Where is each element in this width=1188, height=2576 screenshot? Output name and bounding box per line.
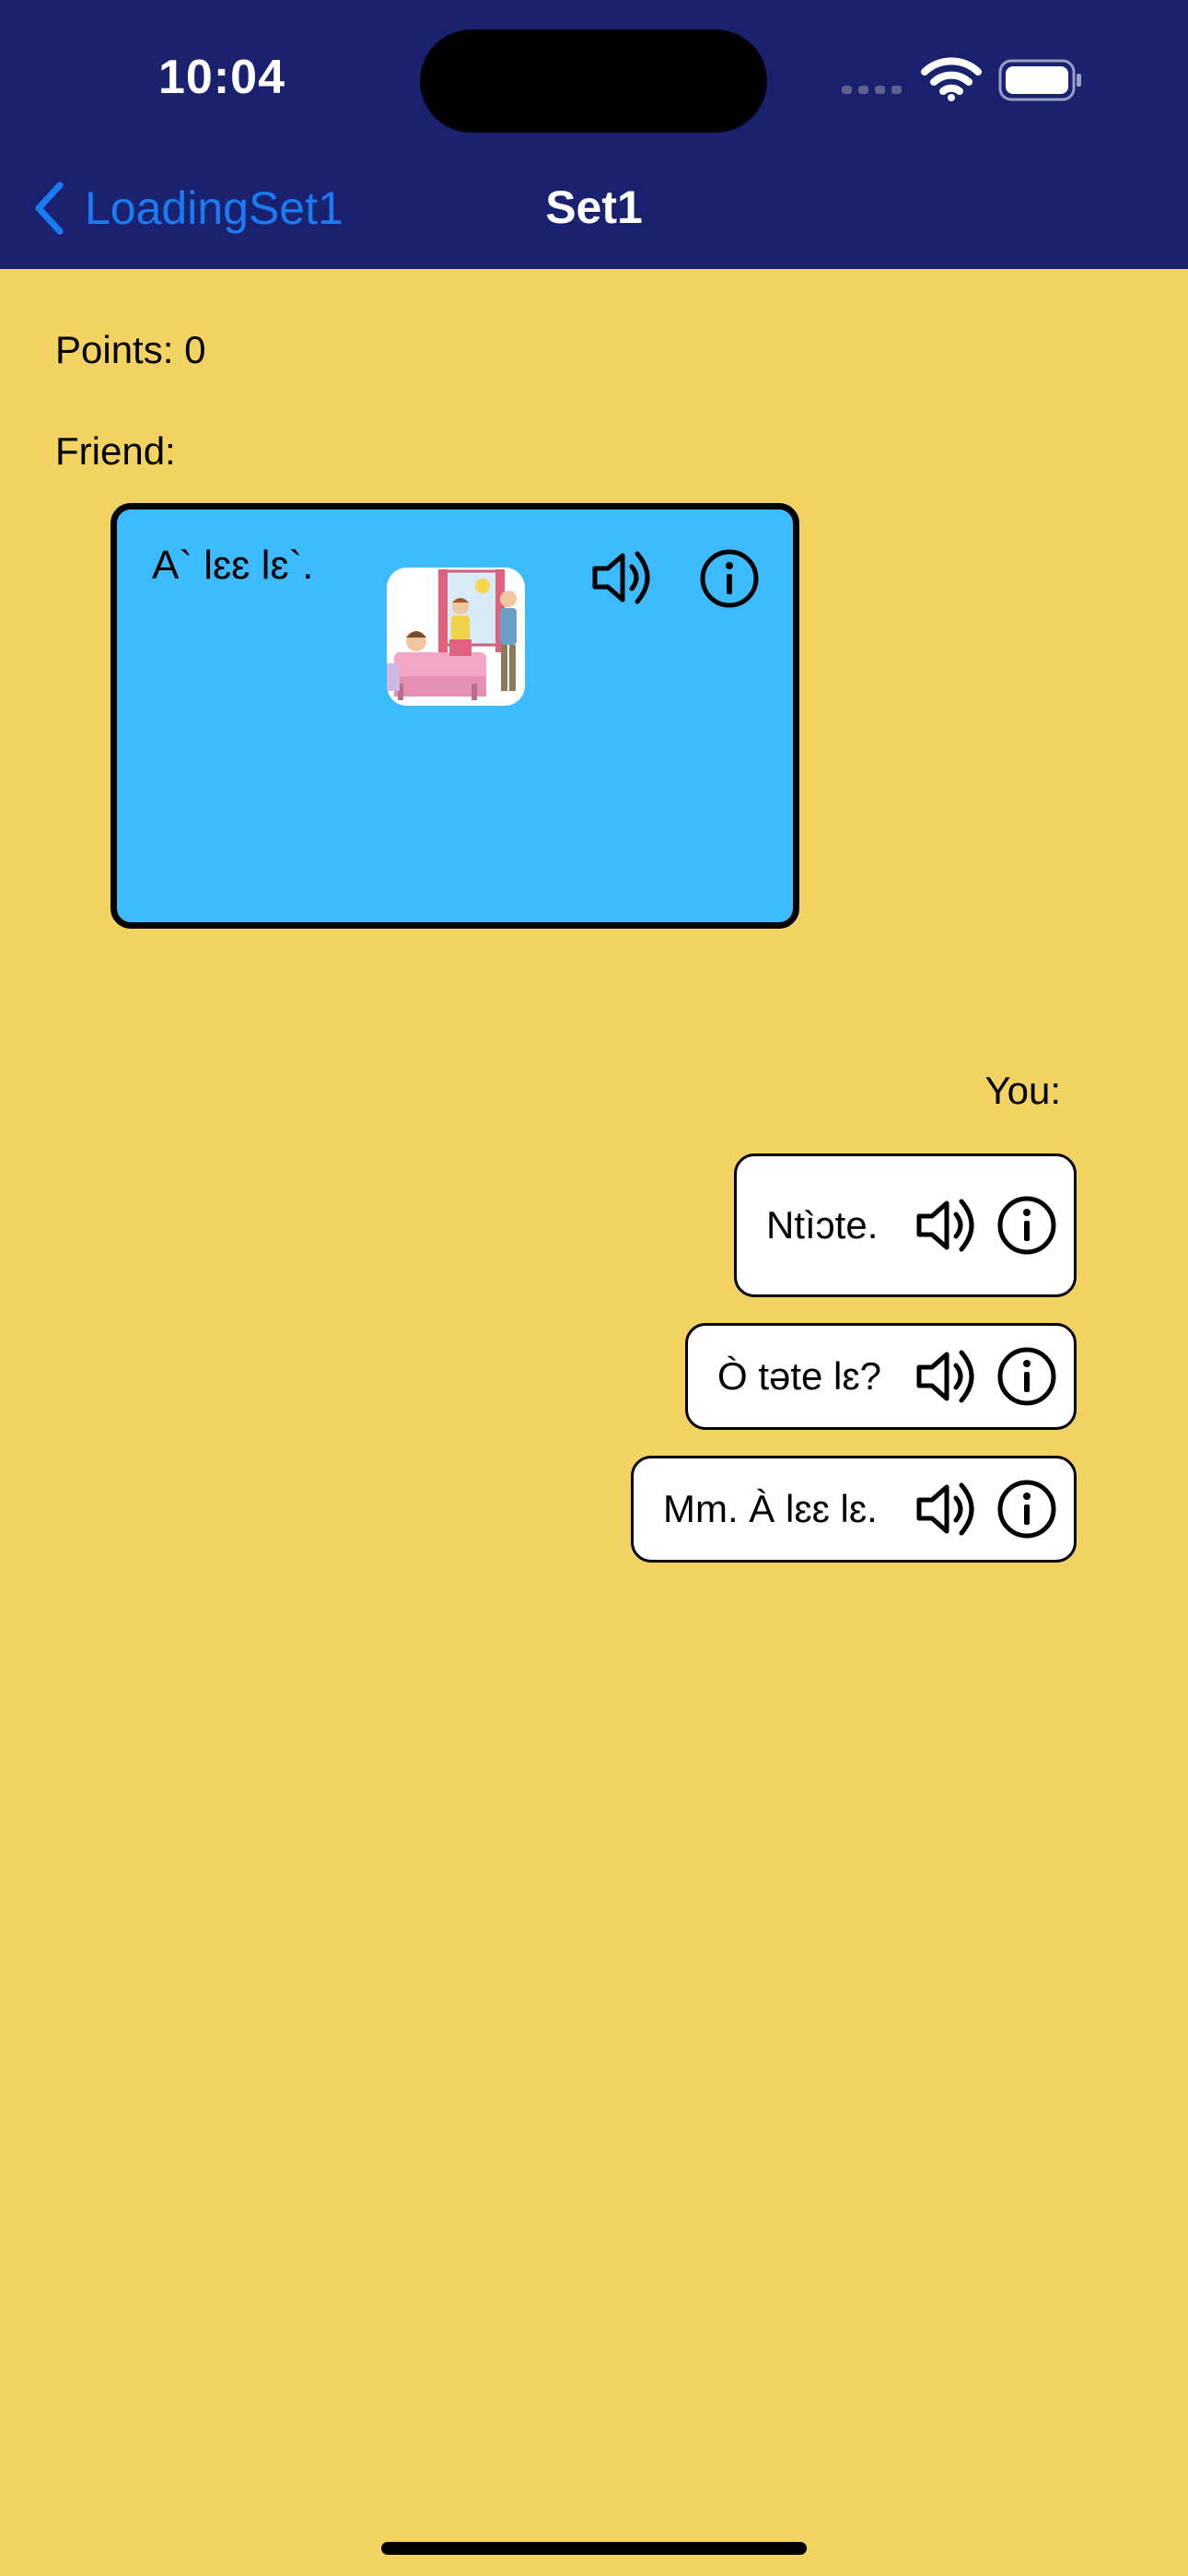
reply-option-text: Ò təte lɛ? [717,1354,882,1398]
speaker-icon[interactable] [591,548,659,607]
wifi-icon [921,57,982,101]
reply-option[interactable]: Ntìɔte. [734,1153,1077,1297]
info-icon[interactable] [996,1479,1057,1540]
info-icon[interactable] [996,1346,1057,1407]
friend-label: Friend: [55,429,176,473]
speaker-icon[interactable] [915,1196,984,1255]
reply-option-text: Ntìɔte. [766,1203,879,1247]
bedroom-scene-image [387,568,525,706]
reply-option-text: Mm. À lɛɛ lɛ. [663,1487,878,1530]
points-label: Points: 0 [55,328,206,371]
friend-message-card: A` lɛɛ lɛ`. [111,503,799,929]
reply-option[interactable]: Ò təte lɛ? [685,1323,1077,1430]
battery-icon [998,59,1081,101]
speaker-icon[interactable] [915,1480,984,1539]
status-time: 10:04 [158,51,285,104]
dynamic-island [420,29,767,133]
cellular-signal-icon [842,86,902,94]
speaker-icon[interactable] [915,1347,984,1406]
friend-message-text: A` lɛɛ lɛ`. [152,543,314,588]
navigation-header: 10:04 LoadingSet1 Set1 [0,0,1188,269]
page-title: Set1 [545,181,643,233]
reply-option[interactable]: Mm. À lɛɛ lɛ. [631,1456,1077,1563]
home-indicator[interactable] [381,2542,807,2555]
info-icon[interactable] [699,548,760,609]
info-icon[interactable] [996,1195,1057,1256]
you-label: You: [984,1069,1061,1112]
